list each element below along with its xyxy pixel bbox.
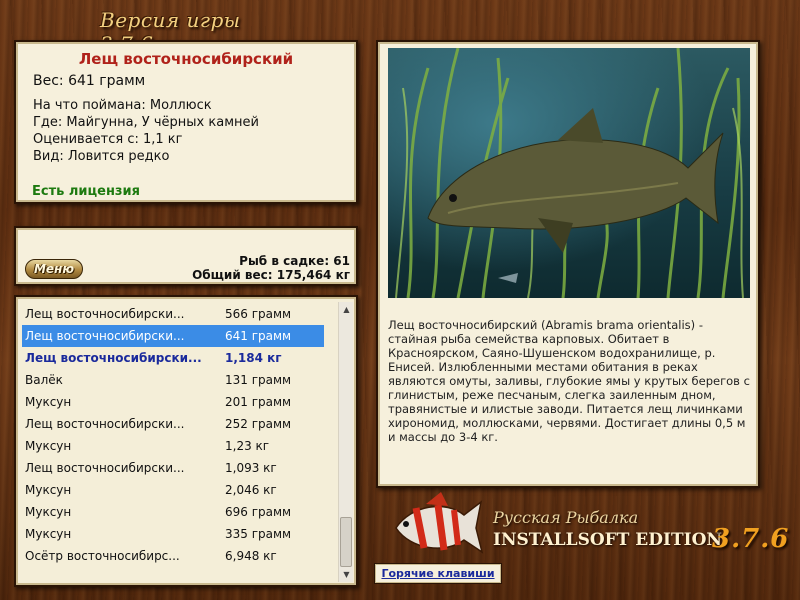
catch-list-row[interactable]: Муксун 335 грамм — [22, 523, 324, 545]
fish-info-panel: Лещ восточносибирский Вес: 641 грамм На … — [14, 40, 358, 204]
catch-fish-name: Лещ восточносибирски... — [25, 307, 185, 321]
catch-fish-weight: 696 грамм — [225, 505, 292, 519]
catch-list-row[interactable]: Лещ восточносибирски... 641 грамм — [22, 325, 324, 347]
catch-fish-name: Лещ восточносибирски... — [25, 329, 185, 343]
catch-list-row[interactable]: Лещ восточносибирски... 1,184 кг — [22, 347, 324, 369]
catch-fish-weight: 1,23 кг — [225, 439, 270, 453]
catch-fish-weight: 2,046 кг — [225, 483, 277, 497]
license-status: Есть лицензия — [32, 184, 140, 199]
logo-edition: INSTALLSOFT EDITION — [493, 530, 722, 550]
catch-fish-name: Лещ восточносибирски... — [25, 461, 185, 475]
catch-fish-weight: 1,184 кг — [225, 351, 282, 365]
catch-fish-name: Муксун — [25, 483, 72, 497]
catch-list-row[interactable]: Муксун 696 грамм — [22, 501, 324, 523]
keepnet-stats: Рыб в садке: 61 Общий вес: 175,464 кг — [192, 254, 350, 282]
catch-list[interactable]: Лещ восточносибирски... 566 грамм Лещ вост… — [22, 303, 324, 567]
catch-list-row[interactable]: Муксун 201 грамм — [22, 391, 324, 413]
catch-list-row[interactable]: Лещ восточносибирски... 566 грамм — [22, 303, 324, 325]
catch-fish-weight: 201 грамм — [225, 395, 292, 409]
catch-list-row[interactable]: Осётр восточносибирс... 6,948 кг — [22, 545, 324, 567]
catch-fish-name: Лещ восточносибирски... — [25, 351, 202, 365]
catch-fish-name: Осётр восточносибирс... — [25, 549, 180, 563]
fish-details: На что поймана: Моллюск Где: Майгунна, У… — [33, 97, 259, 165]
catch-fish-weight: 252 грамм — [225, 417, 292, 431]
menu-button[interactable]: Меню — [25, 259, 83, 279]
catch-list-row[interactable]: Валёк 131 грамм — [22, 369, 324, 391]
catch-fish-name: Муксун — [25, 395, 72, 409]
catch-fish-weight: 131 грамм — [225, 373, 292, 387]
catch-list-row[interactable]: Муксун 1,23 кг — [22, 435, 324, 457]
fish-count: Рыб в садке: 61 — [239, 254, 350, 268]
fish-bait: На что поймана: Моллюск — [33, 98, 212, 113]
catch-fish-name: Лещ восточносибирски... — [25, 417, 185, 431]
catch-list-row[interactable]: Лещ восточносибирски... 1,093 кг — [22, 457, 324, 479]
catch-fish-name: Муксун — [25, 527, 72, 541]
logo-title: Русская Рыбалка — [493, 508, 639, 527]
catch-fish-name: Муксун — [25, 505, 72, 519]
hotkeys-link[interactable]: Горячие клавиши — [374, 563, 502, 584]
total-weight: Общий вес: 175,464 кг — [192, 268, 350, 282]
catch-fish-weight: 566 грамм — [225, 307, 292, 321]
scroll-up-icon[interactable]: ▲ — [339, 302, 354, 317]
fish-valued-from: Оценивается с: 1,1 кг — [33, 132, 183, 147]
fish-description: Лещ восточносибирский (Abramis brama ori… — [388, 318, 750, 444]
fish-rarity: Вид: Ловится редко — [33, 149, 170, 164]
scrollbar-thumb[interactable] — [340, 517, 352, 567]
logo-version: 3.7.6 — [712, 524, 790, 554]
catch-fish-weight: 1,093 кг — [225, 461, 277, 475]
catch-list-scrollbar[interactable]: ▲ ▼ — [338, 302, 353, 582]
catch-fish-name: Валёк — [25, 373, 63, 387]
keepnet-stats-panel: Меню Рыб в садке: 61 Общий вес: 175,464 … — [14, 226, 358, 286]
catch-list-row[interactable]: Лещ восточносибирски... 252 грамм — [22, 413, 324, 435]
logo-fish-icon — [386, 490, 486, 560]
catch-fish-weight: 641 грамм — [225, 329, 292, 343]
game-version-label: Версия игры 3.7.6 — [100, 8, 241, 56]
fish-location: Где: Майгунна, У чёрных камней — [33, 115, 259, 130]
catch-list-panel: Лещ восточносибирски... 566 грамм Лещ вост… — [14, 295, 358, 587]
fish-description-panel: Лещ восточносибирский (Abramis brama ori… — [376, 40, 760, 488]
catch-list-row[interactable]: Муксун 2,046 кг — [22, 479, 324, 501]
fish-photo — [388, 48, 750, 298]
fish-photo-illustration — [395, 48, 744, 298]
catch-fish-weight: 6,948 кг — [225, 549, 277, 563]
fish-title: Лещ восточносибирский — [78, 50, 294, 68]
fish-weight: Вес: 641 грамм — [33, 73, 146, 89]
catch-fish-name: Муксун — [25, 439, 72, 453]
catch-fish-weight: 335 грамм — [225, 527, 292, 541]
scroll-down-icon[interactable]: ▼ — [339, 567, 354, 582]
